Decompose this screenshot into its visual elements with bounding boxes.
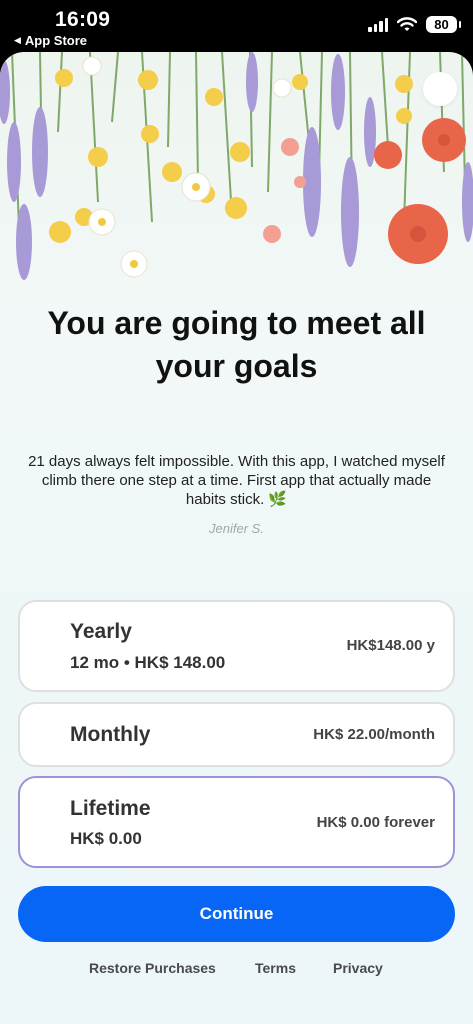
continue-button[interactable]: Continue [18, 886, 455, 942]
page-title: You are going to meet all your goals [47, 305, 426, 384]
battery-icon: 80 [426, 16, 461, 33]
plan-detail: 12 mo • HK$ 148.00 [70, 653, 226, 672]
plan-price: HK$ 0.00 forever [316, 814, 435, 831]
paywall-sheet: You are going to meet all your goals 21 … [0, 52, 473, 1024]
close-button[interactable] [423, 72, 457, 106]
plan-option-lifetime[interactable]: Lifetime HK$ 0.00 HK$ 0.00 forever [18, 776, 455, 868]
status-icons: 80 [368, 16, 461, 33]
privacy-link[interactable]: Privacy [333, 960, 383, 976]
back-label: App Store [24, 33, 88, 48]
back-triangle-icon: ◀ [14, 35, 21, 45]
plan-name: Monthly [70, 723, 151, 746]
cellular-signal-icon [368, 17, 388, 32]
plan-price: HK$148.00 y [346, 637, 435, 654]
floral-banner-illustration [0, 52, 473, 280]
terms-link[interactable]: Terms [255, 960, 296, 976]
testimonial-quote: 21 days always felt impossible. With thi… [28, 453, 445, 508]
status-time: 16:09 [55, 8, 111, 31]
wifi-icon [397, 17, 417, 31]
plan-detail: HK$ 0.00 [70, 829, 142, 848]
plan-price: HK$ 22.00/month [313, 726, 435, 743]
status-bar: 16:09 ◀ App Store 80 [0, 0, 473, 52]
plan-name: Lifetime [70, 797, 151, 820]
back-to-app-store[interactable]: ◀ App Store [14, 33, 87, 48]
plan-option-monthly[interactable]: Monthly HK$ 22.00/month [18, 702, 455, 767]
plan-option-yearly[interactable]: Yearly 12 mo • HK$ 148.00 HK$148.00 y [18, 600, 455, 692]
plan-name: Yearly [70, 620, 132, 643]
restore-purchases-link[interactable]: Restore Purchases [89, 960, 216, 976]
testimonial-author: Jenifer S. [209, 521, 264, 536]
